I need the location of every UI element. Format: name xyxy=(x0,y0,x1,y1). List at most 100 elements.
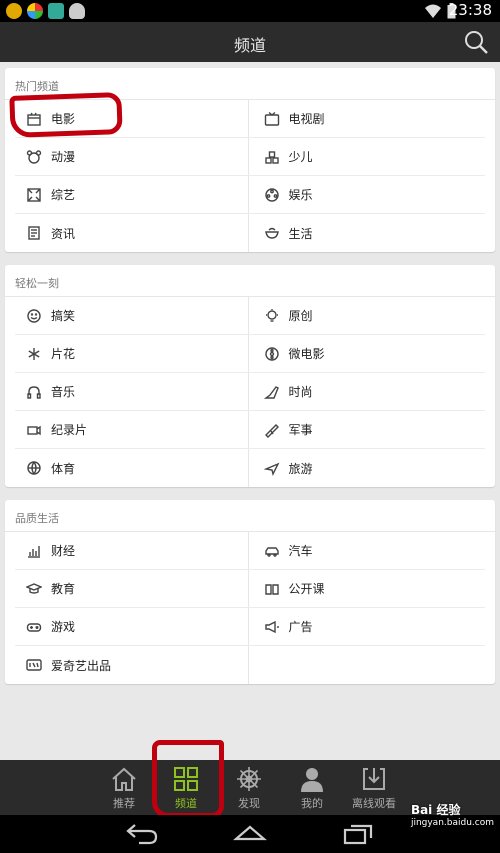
notification-icon xyxy=(69,3,85,19)
channel-documentary[interactable]: 纪录片 xyxy=(15,411,248,448)
channel-entertainment[interactable]: 娱乐 xyxy=(247,176,486,213)
channel-row: 体育 旅游 xyxy=(15,449,485,487)
section-quality-life: 品质生活 财经 汽车 教育 公开课 游戏 广告 爱奇艺出品 xyxy=(5,500,495,684)
channel-row: 纪录片 军事 xyxy=(15,411,485,449)
tab-offline[interactable]: 离线观看 xyxy=(343,760,405,815)
channel-label: 搞笑 xyxy=(51,309,76,323)
channel-military[interactable]: 军事 xyxy=(247,411,486,448)
section-title: 轻松一刻 xyxy=(5,265,495,297)
channel-row: 动漫 少儿 xyxy=(15,138,485,176)
channel-row: 电影 电视剧 xyxy=(15,100,485,138)
channel-open-course[interactable]: 公开课 xyxy=(247,570,486,607)
channel-sports[interactable]: 体育 xyxy=(15,449,248,487)
graduation-cap-icon xyxy=(25,580,43,598)
heel-icon xyxy=(263,383,281,401)
channel-label: 旅游 xyxy=(288,461,313,476)
person-icon xyxy=(301,768,323,792)
search-icon[interactable] xyxy=(462,28,490,56)
bear-icon xyxy=(25,148,43,166)
smiley-icon xyxy=(25,307,43,325)
channel-label: 原创 xyxy=(288,309,313,323)
channel-row: 片花 微电影 xyxy=(15,335,485,373)
bar-chart-icon xyxy=(25,542,43,560)
channel-micro-film[interactable]: 微电影 xyxy=(247,335,486,372)
notification-icon xyxy=(6,3,22,19)
channel-label: 片花 xyxy=(51,347,76,361)
status-time: 23:38 xyxy=(448,1,492,19)
channel-fashion[interactable]: 时尚 xyxy=(247,373,486,410)
basketball-icon xyxy=(25,459,43,477)
tab-label: 离线观看 xyxy=(352,797,396,810)
rifle-icon xyxy=(263,421,281,439)
channel-ads[interactable]: 广告 xyxy=(247,608,486,645)
recent-apps-icon[interactable] xyxy=(342,821,376,845)
tab-discover[interactable]: 发现 xyxy=(218,760,280,815)
page-title: 频道 xyxy=(233,36,266,55)
movie-clapper-icon xyxy=(25,110,43,128)
section-title: 热门频道 xyxy=(5,68,495,100)
blocks-icon xyxy=(263,148,281,166)
app-header: 频道 xyxy=(0,22,500,62)
iqiyi-badge-icon xyxy=(25,656,43,674)
channel-label: 纪录片 xyxy=(51,423,88,437)
watermark-url: jingyan.baidu.com xyxy=(410,818,494,828)
tab-channels[interactable]: 频道 xyxy=(155,760,217,815)
channel-label: 体育 xyxy=(51,461,76,476)
channel-row: 搞笑 原创 xyxy=(15,297,485,335)
channel-travel[interactable]: 旅游 xyxy=(247,449,486,487)
channel-music[interactable]: 音乐 xyxy=(15,373,248,410)
channel-movie[interactable]: 电影 xyxy=(15,100,248,137)
bulb-icon xyxy=(263,307,281,325)
channel-row: 财经 汽车 xyxy=(15,532,485,570)
grid-icon xyxy=(174,767,198,791)
tab-mine[interactable]: 我的 xyxy=(281,760,343,815)
channel-label: 军事 xyxy=(288,423,313,437)
channel-row: 音乐 时尚 xyxy=(15,373,485,411)
tab-label: 发现 xyxy=(238,797,260,810)
channel-finance[interactable]: 财经 xyxy=(15,532,248,569)
helm-icon xyxy=(237,767,261,791)
channel-games[interactable]: 游戏 xyxy=(15,608,248,645)
wifi-icon xyxy=(425,4,441,18)
section-title: 品质生活 xyxy=(5,500,495,532)
channel-label: 微电影 xyxy=(288,347,325,361)
tab-recommend[interactable]: 推荐 xyxy=(93,760,155,815)
channel-label: 动漫 xyxy=(51,150,76,164)
gamepad-icon xyxy=(25,618,43,636)
bowl-icon xyxy=(263,224,281,242)
airplane-icon xyxy=(263,459,281,477)
channel-label: 财经 xyxy=(51,544,76,558)
channel-label: 电影 xyxy=(51,112,76,126)
back-icon[interactable] xyxy=(125,821,159,845)
section-relax: 轻松一刻 搞笑 原创 片花 微电影 音乐 时尚 纪录片 军事 体育 旅游 xyxy=(5,265,495,487)
channel-label: 广告 xyxy=(288,620,313,634)
channel-funny[interactable]: 搞笑 xyxy=(15,297,248,334)
channel-tv-series[interactable]: 电视剧 xyxy=(247,100,486,137)
channel-row: 爱奇艺出品 xyxy=(15,646,485,684)
channel-trailers[interactable]: 片花 xyxy=(15,335,248,372)
newspaper-icon xyxy=(25,224,43,242)
home-nav-icon[interactable] xyxy=(233,821,267,845)
channel-row: 教育 公开课 xyxy=(15,570,485,608)
channel-education[interactable]: 教育 xyxy=(15,570,248,607)
channel-anime[interactable]: 动漫 xyxy=(15,138,248,175)
channel-label: 资讯 xyxy=(51,226,76,241)
channel-life[interactable]: 生活 xyxy=(247,214,486,252)
channel-kids[interactable]: 少儿 xyxy=(247,138,486,175)
channel-label: 爱奇艺出品 xyxy=(51,658,112,673)
headphones-icon xyxy=(25,383,43,401)
channel-label: 时尚 xyxy=(288,385,313,399)
channel-auto[interactable]: 汽车 xyxy=(247,532,486,569)
channel-news[interactable]: 资讯 xyxy=(15,214,248,252)
tab-label: 推荐 xyxy=(113,797,135,810)
watermark: Bai 经验 jingyan.baidu.com xyxy=(411,801,494,828)
download-icon xyxy=(363,768,385,790)
channel-row: 游戏 广告 xyxy=(15,608,485,646)
channel-label: 娱乐 xyxy=(288,188,313,202)
channel-label: 游戏 xyxy=(51,620,76,634)
tab-label: 我的 xyxy=(301,797,323,810)
channel-variety[interactable]: 综艺 xyxy=(15,176,248,213)
notification-icon xyxy=(27,3,43,19)
channel-iqiyi-original[interactable]: 爱奇艺出品 xyxy=(15,646,248,684)
channel-original[interactable]: 原创 xyxy=(247,297,486,334)
